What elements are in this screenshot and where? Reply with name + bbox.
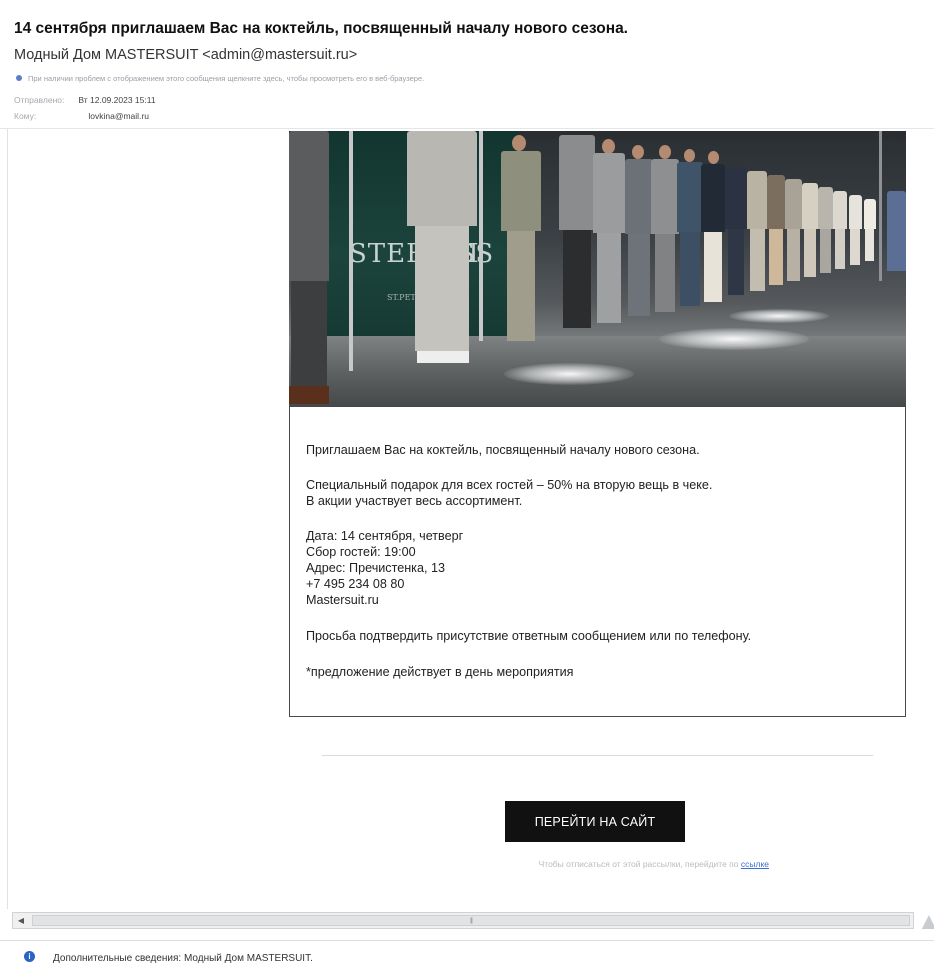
hero-pole	[349, 131, 353, 371]
scrollbar-grip-icon: |||	[470, 917, 473, 924]
model-legs	[804, 229, 816, 277]
model-head	[632, 145, 644, 159]
model-legs	[820, 229, 831, 273]
horizontal-scrollbar[interactable]: ◀ |||	[12, 912, 914, 929]
email-subject: 14 сентября приглашаем Вас на коктейль, …	[14, 20, 628, 37]
go-to-site-button[interactable]: ПЕРЕЙТИ НА САЙТ	[505, 801, 685, 842]
sent-row: Отправлено: Вт 12.09.2023 15:11	[14, 95, 156, 105]
email-reader-window: 14 сентября приглашаем Вас на коктейль, …	[0, 0, 934, 971]
hero-spotlight	[729, 309, 829, 323]
header-divider	[0, 128, 934, 129]
sent-value: Вт 12.09.2023 15:11	[78, 95, 156, 105]
model-legs	[850, 229, 860, 265]
footnote-text: *предложение действует в день мероприяти…	[306, 665, 574, 679]
confirm-text: Просьба подтвердить присутствие ответным…	[306, 629, 752, 643]
hero-brand-sub: ST.PET	[387, 293, 416, 302]
model-figure	[651, 159, 679, 234]
model-figure	[625, 159, 653, 234]
event-date: Дата: 14 сентября, четверг	[306, 529, 464, 543]
model-figure	[289, 131, 329, 281]
hero-screen	[887, 191, 906, 271]
info-bar: i Дополнительные сведения: Модный Дом MA…	[0, 941, 934, 971]
model-legs	[835, 229, 845, 269]
model-shoes	[289, 386, 329, 404]
model-legs	[291, 281, 327, 386]
email-sender[interactable]: Модный Дом MASTERSUIT <admin@mastersuit.…	[14, 47, 357, 63]
gathering-time: Сбор гостей: 19:00	[306, 545, 416, 559]
gift-text-line2: В акции участвует весь ассортимент.	[306, 494, 523, 508]
model-figure	[802, 183, 818, 229]
model-head	[684, 149, 695, 162]
email-body-card: Приглашаем Вас на коктейль, посвященный …	[289, 407, 906, 717]
model-legs	[865, 229, 874, 261]
event-address: Адрес: Пречистенка, 13	[306, 561, 445, 575]
scroll-left-arrow-icon[interactable]: ◀	[13, 913, 29, 928]
hero-pole	[879, 131, 882, 281]
unsubscribe-link[interactable]: ссылке	[741, 859, 769, 869]
event-phone: +7 495 234 08 80	[306, 577, 405, 591]
model-figure	[818, 187, 833, 229]
sent-label: Отправлено:	[14, 95, 65, 105]
model-legs	[728, 229, 744, 295]
model-figure	[701, 164, 725, 232]
model-legs	[507, 231, 535, 341]
intro-text: Приглашаем Вас на коктейль, посвященный …	[306, 443, 700, 457]
model-legs	[680, 232, 700, 306]
info-bar-text: Дополнительные сведения: Модный Дом MAST…	[53, 953, 313, 964]
model-legs	[415, 226, 469, 351]
model-head	[659, 145, 671, 159]
model-legs	[704, 232, 722, 302]
model-figure	[559, 135, 595, 230]
model-figure	[593, 153, 625, 233]
model-legs	[769, 229, 783, 285]
unsubscribe-text: Чтобы отписаться от этой рассылки, перей…	[538, 859, 741, 869]
to-row: Кому: lovkina@mail.ru	[14, 111, 149, 121]
hero-spotlight	[504, 363, 634, 385]
model-figure	[747, 171, 767, 229]
model-shoes	[417, 351, 469, 363]
model-legs	[750, 229, 765, 291]
footer-divider	[322, 755, 873, 756]
model-legs	[655, 234, 675, 312]
info-icon: i	[24, 951, 35, 962]
model-legs	[787, 229, 800, 281]
model-figure	[677, 162, 703, 232]
info-dot-icon	[16, 75, 22, 81]
display-notice[interactable]: При наличии проблем с отображением этого…	[16, 71, 424, 85]
display-notice-text: При наличии проблем с отображением этого…	[28, 73, 425, 83]
model-legs	[597, 233, 621, 323]
left-border	[7, 129, 8, 909]
scrollbar-thumb[interactable]: |||	[32, 915, 910, 926]
model-legs	[628, 234, 650, 316]
model-figure	[501, 151, 541, 231]
model-figure	[864, 199, 876, 229]
event-site: Mastersuit.ru	[306, 593, 379, 607]
gift-text-line1: Специальный подарок для всех гостей – 50…	[306, 478, 713, 492]
corner-decoration-icon: ▲	[917, 908, 934, 935]
hero-pole	[479, 131, 483, 341]
model-figure	[849, 195, 862, 229]
model-head	[602, 139, 615, 154]
model-legs	[563, 230, 591, 328]
to-value[interactable]: lovkina@mail.ru	[88, 111, 149, 121]
model-figure	[407, 131, 477, 226]
model-head	[512, 135, 526, 151]
model-figure	[785, 179, 802, 229]
runway-hero-image: STERSUI SS ST.PET	[289, 131, 906, 407]
hero-spotlight	[659, 328, 809, 350]
model-figure	[833, 191, 847, 229]
to-label: Кому:	[14, 111, 37, 121]
unsubscribe-line: Чтобы отписаться от этой рассылки, перей…	[434, 859, 769, 869]
model-figure	[725, 167, 747, 229]
model-figure	[767, 175, 785, 229]
model-head	[708, 151, 719, 164]
